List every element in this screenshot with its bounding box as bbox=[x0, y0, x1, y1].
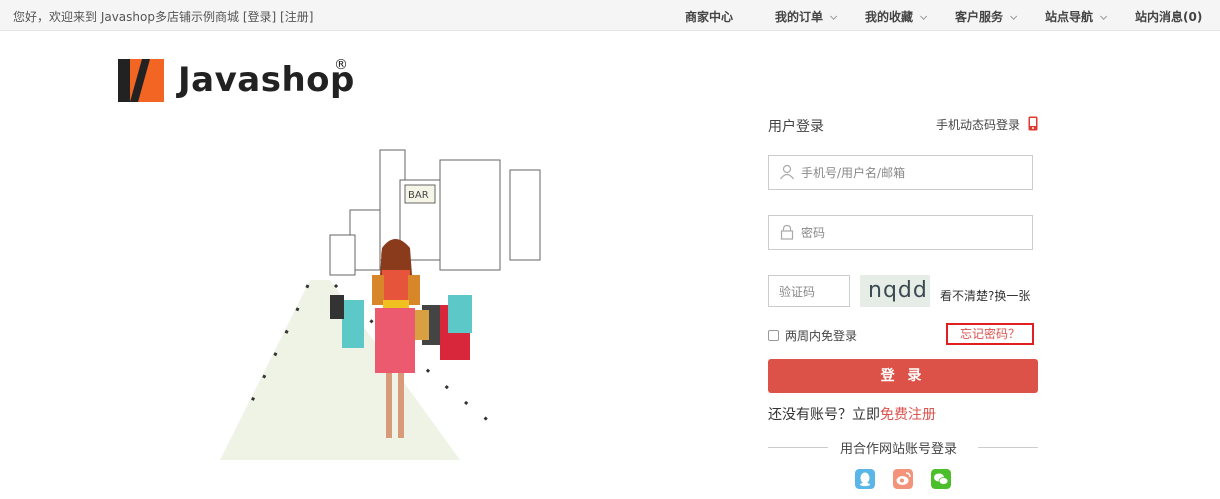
welcome-text: 您好，欢迎来到 Javashop多店铺示例商城 [登录] [注册] bbox=[13, 8, 313, 25]
wechat-icon[interactable] bbox=[931, 469, 951, 489]
captcha-input[interactable] bbox=[779, 283, 845, 301]
nav-site-navigation-label: 站点导航 bbox=[1045, 10, 1094, 24]
logo-mark-icon bbox=[118, 59, 164, 102]
nav-customer-service-label: 客户服务 bbox=[955, 10, 1004, 24]
nav-my-orders-label: 我的订单 bbox=[775, 10, 824, 24]
login-title: 用户登录 bbox=[768, 119, 824, 135]
shopping-woman-illustration: BAR bbox=[220, 149, 541, 460]
sms-login-link[interactable]: 手机动态码登录 bbox=[936, 116, 1020, 133]
qq-icon[interactable] bbox=[855, 469, 875, 489]
registered-mark: ® bbox=[334, 57, 348, 73]
nav-my-favorites[interactable]: 我的收藏 bbox=[865, 8, 928, 25]
partner-login-divider: 用合作网站账号登录 bbox=[768, 438, 1038, 457]
nav-customer-service[interactable]: 客户服务 bbox=[955, 8, 1018, 25]
refresh-captcha-link[interactable]: 看不清楚?换一张 bbox=[940, 287, 1030, 304]
partner-login-title: 用合作网站账号登录 bbox=[840, 442, 958, 457]
divider-line bbox=[978, 447, 1038, 448]
svg-text:BAR: BAR bbox=[408, 190, 429, 201]
remember-me[interactable]: 两周内免登录 bbox=[768, 327, 857, 344]
greeting-text: 您好，欢迎来到 Javashop多店铺示例商城 bbox=[13, 10, 239, 24]
free-register-link[interactable]: 免费注册 bbox=[880, 407, 936, 423]
chevron-down-icon bbox=[1100, 12, 1108, 20]
remember-label: 两周内免登录 bbox=[785, 329, 858, 343]
divider-line bbox=[768, 447, 828, 448]
top-bar: 您好，欢迎来到 Javashop多店铺示例商城 [登录] [注册] 商家中心 我… bbox=[0, 0, 1220, 31]
nav-site-messages[interactable]: 站内消息(0) bbox=[1135, 8, 1202, 25]
register-prompt: 还没有账号？立即免费注册 bbox=[768, 404, 936, 424]
register-link[interactable]: [注册] bbox=[280, 10, 313, 24]
lock-icon bbox=[780, 224, 794, 240]
phone-icon[interactable] bbox=[1028, 116, 1038, 131]
username-field[interactable] bbox=[768, 155, 1033, 190]
remember-checkbox[interactable] bbox=[768, 330, 779, 341]
logo-text: Javashop bbox=[178, 60, 355, 100]
nav-site-messages-label: 站内消息(0) bbox=[1135, 10, 1203, 24]
captcha-image[interactable]: nqdd bbox=[860, 275, 930, 307]
chevron-down-icon bbox=[830, 12, 838, 20]
nav-my-orders[interactable]: 我的订单 bbox=[775, 8, 838, 25]
nav-site-navigation[interactable]: 站点导航 bbox=[1045, 8, 1108, 25]
nav-my-favorites-label: 我的收藏 bbox=[865, 10, 914, 24]
weibo-icon[interactable] bbox=[893, 469, 913, 489]
captcha-text: nqdd bbox=[868, 278, 928, 303]
user-icon bbox=[780, 164, 794, 180]
password-input[interactable] bbox=[801, 223, 1021, 243]
login-link[interactable]: [登录] bbox=[243, 10, 276, 24]
chevron-down-icon bbox=[1010, 12, 1018, 20]
login-button[interactable]: 登 录 bbox=[768, 359, 1038, 393]
no-account-text: 还没有账号？立即 bbox=[768, 407, 880, 423]
password-field[interactable] bbox=[768, 215, 1033, 250]
chevron-down-icon bbox=[920, 12, 928, 20]
captcha-field[interactable] bbox=[768, 275, 850, 307]
forgot-password-link[interactable]: 忘记密码？ bbox=[946, 323, 1034, 345]
login-title-row: 用户登录 手机动态码登录 bbox=[768, 116, 1038, 136]
nav-seller-center-label: 商家中心 bbox=[685, 10, 734, 24]
username-input[interactable] bbox=[801, 163, 1021, 183]
nav-seller-center[interactable]: 商家中心 bbox=[685, 8, 733, 25]
